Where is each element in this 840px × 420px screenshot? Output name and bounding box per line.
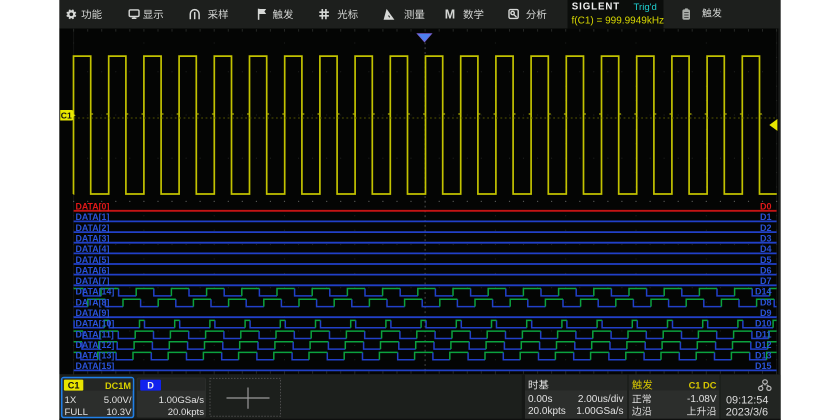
svg-text:20.0kpts: 20.0kpts: [168, 407, 204, 418]
svg-text:10.3V: 10.3V: [106, 407, 132, 418]
svg-text:D7: D7: [760, 276, 772, 286]
svg-text:D11: D11: [755, 329, 771, 339]
svg-text:DATA[15]: DATA[15]: [76, 361, 115, 371]
svg-text:D10: D10: [755, 319, 772, 329]
svg-text:C1 DC: C1 DC: [689, 381, 717, 391]
svg-text:Trig'd: Trig'd: [634, 2, 657, 13]
svg-text:DATA[4]: DATA[4]: [76, 244, 110, 254]
svg-text:1.00GSa/s: 1.00GSa/s: [576, 406, 623, 417]
svg-text:DATA[2]: DATA[2]: [76, 223, 110, 233]
svg-text:D8: D8: [760, 297, 772, 307]
svg-text:D: D: [147, 381, 154, 391]
svg-text:DATA[9]: DATA[9]: [76, 308, 110, 318]
svg-text:C1: C1: [68, 381, 80, 391]
svg-text:1X: 1X: [65, 395, 77, 406]
svg-text:1.00GSa/s: 1.00GSa/s: [159, 395, 205, 406]
svg-text:D15: D15: [755, 361, 772, 371]
svg-text:D1: D1: [760, 212, 772, 222]
svg-text:DATA[5]: DATA[5]: [76, 255, 110, 265]
svg-text:D4: D4: [760, 244, 772, 254]
svg-text:DATA[14]: DATA[14]: [76, 287, 115, 297]
svg-text:5.00V/: 5.00V/: [104, 395, 132, 406]
svg-text:2023/3/6: 2023/3/6: [726, 407, 768, 419]
svg-text:D5: D5: [760, 255, 772, 265]
svg-text:DATA[12]: DATA[12]: [76, 340, 115, 350]
svg-text:SIGLENT: SIGLENT: [572, 2, 620, 13]
svg-text:2.00us/div: 2.00us/div: [578, 394, 624, 405]
svg-text:0.00s: 0.00s: [528, 394, 552, 405]
svg-text:DATA[10]: DATA[10]: [76, 319, 115, 329]
svg-text:09:12:54: 09:12:54: [726, 394, 768, 406]
svg-text:DC1M: DC1M: [105, 381, 131, 391]
svg-text:DATA[11]: DATA[11]: [76, 329, 114, 339]
svg-text:D13: D13: [755, 351, 772, 361]
svg-text:D14: D14: [755, 287, 772, 297]
svg-text:D6: D6: [760, 265, 772, 275]
svg-text:DATA[1]: DATA[1]: [76, 212, 110, 222]
svg-text:DATA[8]: DATA[8]: [76, 297, 110, 307]
svg-text:-1.08V: -1.08V: [687, 394, 717, 405]
svg-text:D0: D0: [760, 202, 772, 212]
svg-text:f(C1) = 999.9949kHz: f(C1) = 999.9949kHz: [572, 15, 665, 26]
svg-text:DATA[6]: DATA[6]: [76, 265, 110, 275]
svg-text:DATA[13]: DATA[13]: [76, 351, 115, 361]
svg-text:20.0kpts: 20.0kpts: [528, 406, 566, 417]
svg-text:DATA[0]: DATA[0]: [76, 202, 110, 212]
svg-text:D12: D12: [755, 340, 772, 350]
svg-text:FULL: FULL: [65, 407, 89, 418]
svg-text:DATA[7]: DATA[7]: [76, 276, 110, 286]
svg-text:C1: C1: [61, 111, 72, 121]
svg-text:D2: D2: [760, 223, 772, 233]
svg-text:DATA[3]: DATA[3]: [76, 234, 110, 244]
svg-text:D3: D3: [760, 234, 772, 244]
svg-text:M: M: [445, 8, 455, 22]
svg-text:D9: D9: [760, 308, 772, 318]
